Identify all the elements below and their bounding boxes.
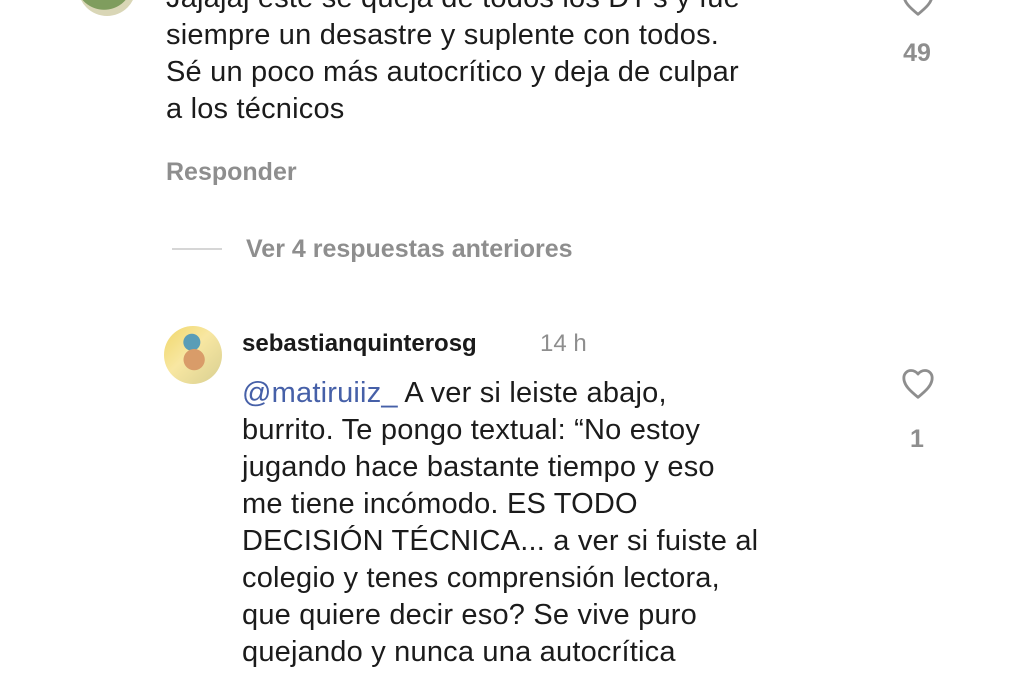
- comments-screen: Jajajaj este se queja de todos los DT's …: [0, 0, 1024, 675]
- replies-divider: [172, 248, 222, 250]
- view-previous-replies-button[interactable]: Ver 4 respuestas anteriores: [172, 232, 573, 266]
- reply-username[interactable]: sebastianquinterosg: [242, 330, 477, 358]
- view-previous-replies-label: Ver 4 respuestas anteriores: [246, 234, 573, 263]
- reply-button[interactable]: Responder: [166, 158, 297, 187]
- like-count: 49: [903, 39, 931, 67]
- heart-outline-icon[interactable]: [898, 363, 938, 403]
- reply-comment-text: @matiruiiz_ A ver si leiste abajo, burri…: [242, 375, 852, 671]
- reply-like-count: 1: [910, 425, 924, 453]
- mentioned-user-link[interactable]: @matiruiiz_: [242, 377, 398, 409]
- comment-top-text: Jajajaj este se queja de todos los DT's …: [166, 0, 740, 125]
- heart-outline-icon[interactable]: [898, 0, 938, 20]
- reply-comment-body: A ver si leiste abajo, burrito. Te pongo…: [242, 377, 759, 668]
- commenter-avatar[interactable]: [78, 0, 136, 16]
- reply-timestamp: 14 h: [540, 330, 587, 357]
- reply-author-avatar[interactable]: [164, 326, 222, 384]
